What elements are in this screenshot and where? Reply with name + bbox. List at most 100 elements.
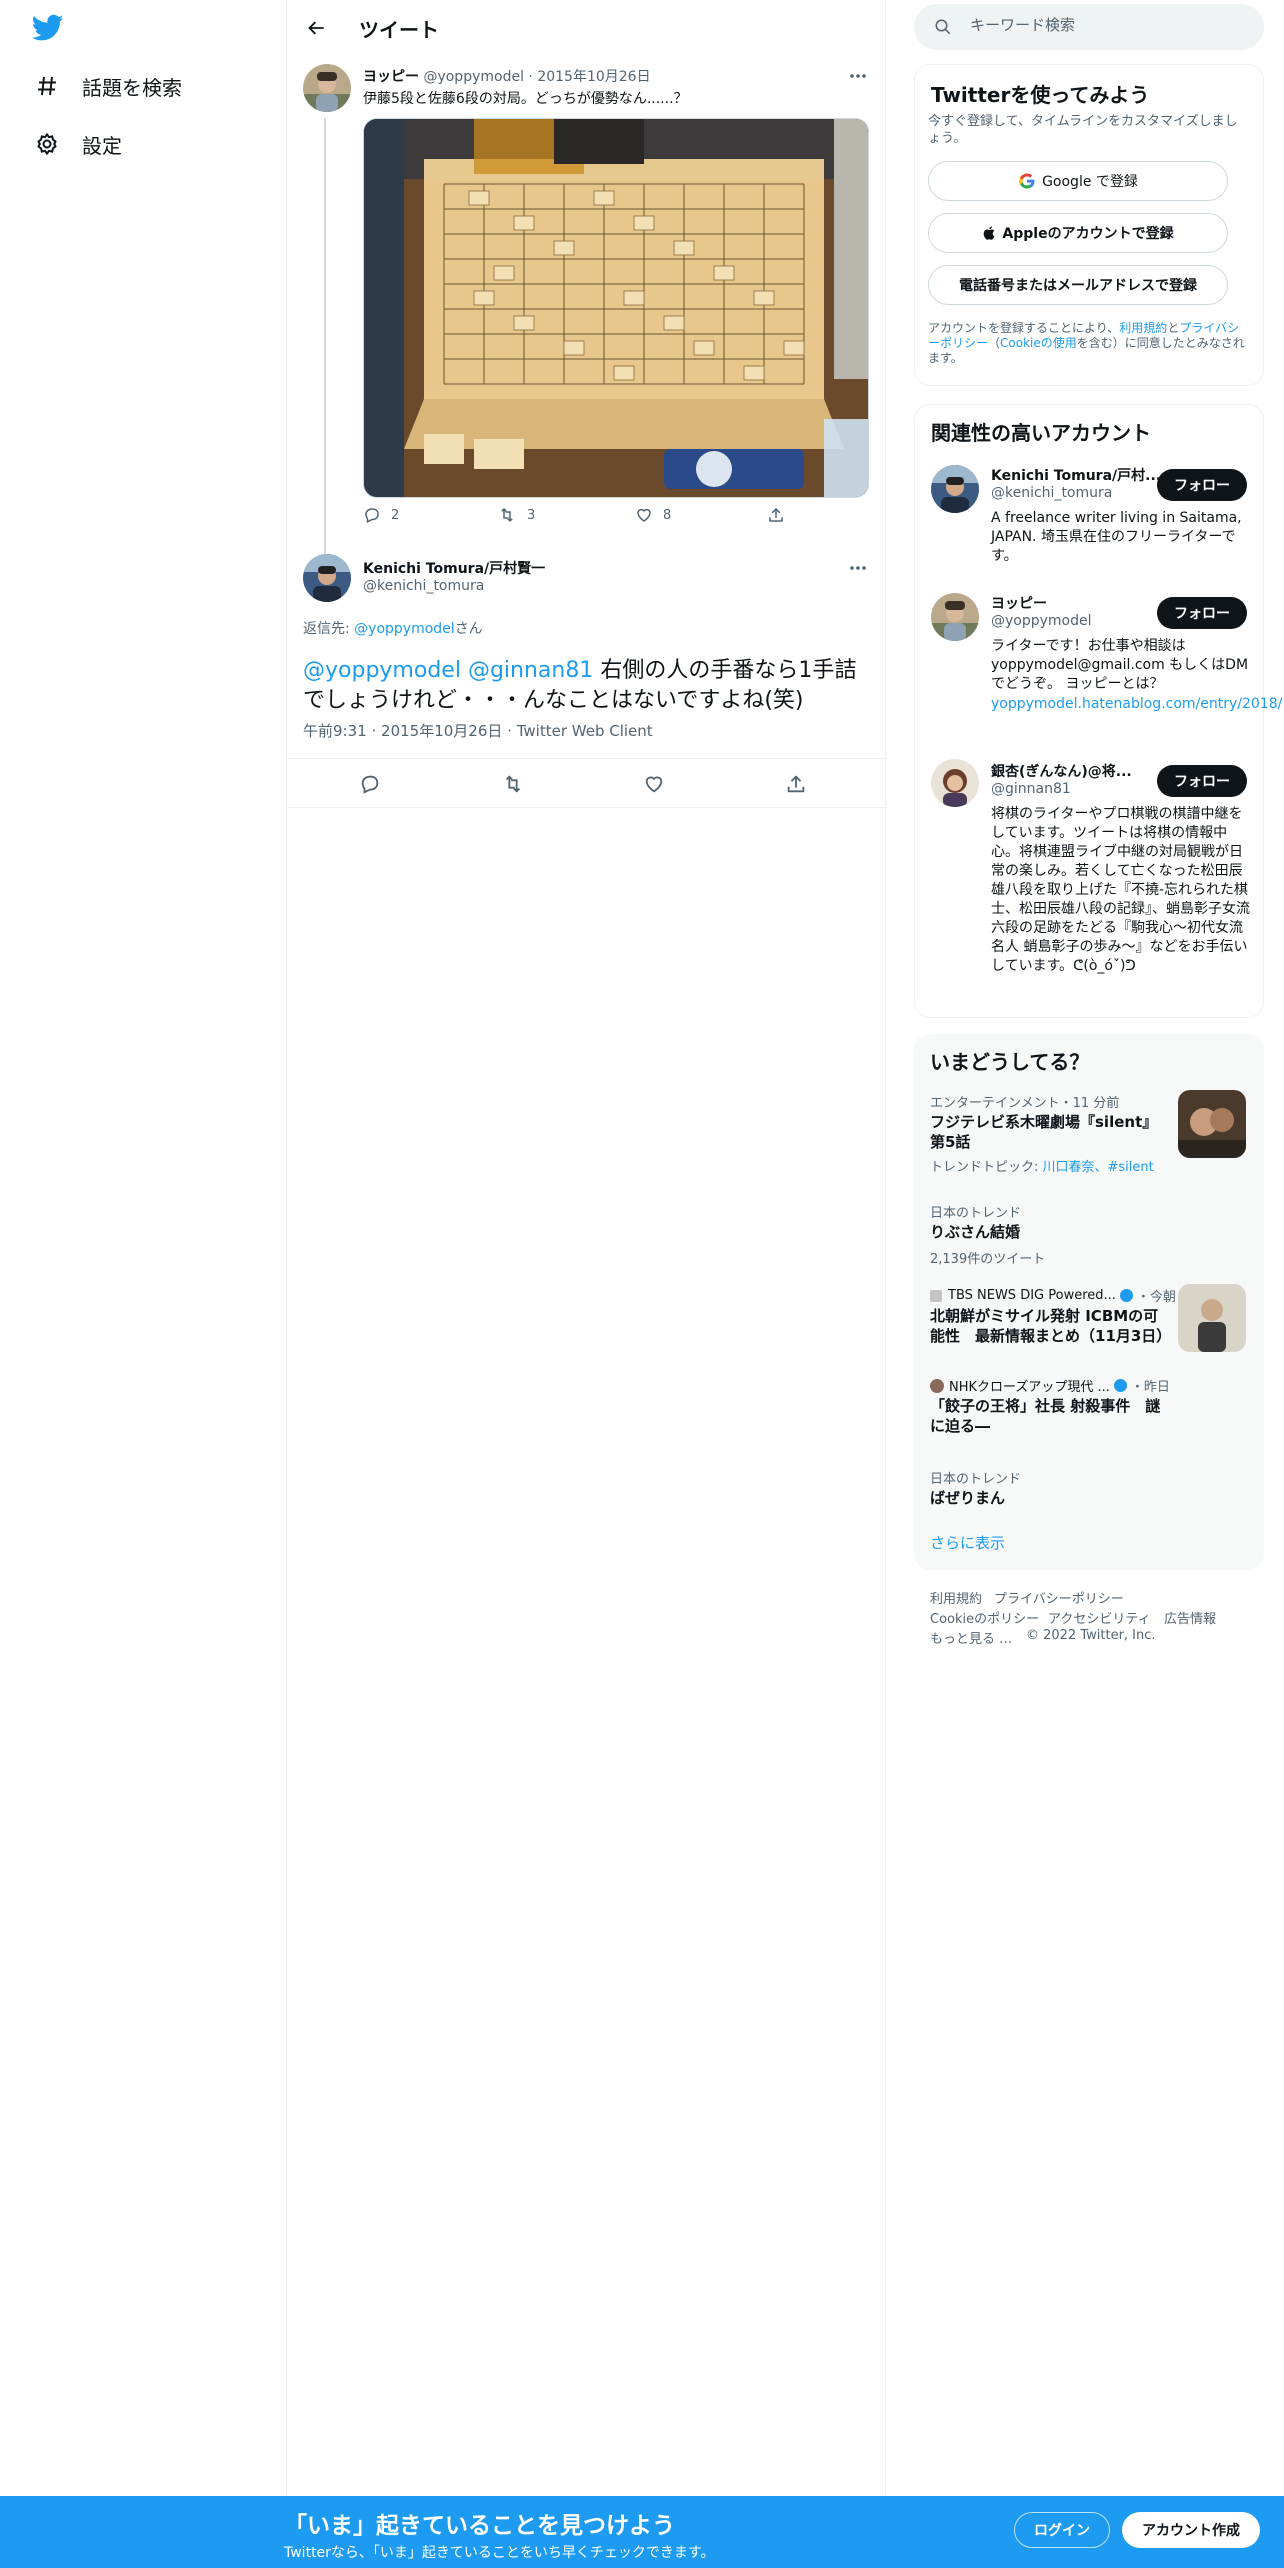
account-bio-link[interactable]: yoppymodel.hatenablog.com/entry/2018/11/…: [991, 695, 1284, 714]
author-name[interactable]: ヨッピー: [363, 69, 419, 85]
like-count: 8: [663, 507, 672, 523]
trend-thumbnail: [1178, 1090, 1246, 1158]
trend-item[interactable]: 日本のトレンド ばぜりまん: [914, 1466, 1264, 1516]
author-name[interactable]: Kenichi Tomura/戸村賢一: [363, 558, 545, 578]
left-nav: 話題を検索 設定: [0, 0, 286, 2568]
signup-title: Twitterを使ってみよう: [931, 83, 1150, 107]
verified-icon: [1119, 1289, 1133, 1302]
avatar[interactable]: [931, 465, 979, 513]
account-handle[interactable]: @ginnan81: [991, 781, 1071, 797]
mention-link[interactable]: @ginnan81: [468, 658, 593, 683]
search-icon: [935, 19, 951, 35]
apple-signup-button[interactable]: Appleのアカウントで登録: [928, 213, 1228, 253]
trend-item[interactable]: TBS NEWS DIG Powered... ・今朝 北朝鮮がミサイル発射 I…: [914, 1284, 1264, 1364]
more-icon: [850, 74, 866, 78]
reply-button[interactable]: 2: [363, 506, 399, 524]
cookie-link[interactable]: Cookieの使用: [1000, 336, 1077, 350]
twitter-logo-icon[interactable]: [31, 14, 66, 44]
tweet-date[interactable]: 2015年10月26日: [537, 69, 650, 85]
thread-line: [324, 118, 326, 554]
avatar[interactable]: [303, 64, 351, 112]
avatar[interactable]: [303, 554, 351, 602]
nav-settings-label: 設定: [82, 133, 122, 158]
search-bar[interactable]: [914, 4, 1264, 50]
reply-suffix: さん: [454, 621, 483, 637]
avatar[interactable]: [931, 593, 979, 641]
tweet-time[interactable]: 午前9:31: [303, 722, 367, 740]
terms-link[interactable]: 利用規約: [1119, 321, 1167, 335]
mention-link[interactable]: @yoppymodel: [303, 658, 461, 683]
hashtag-icon: [34, 73, 60, 99]
signup-terms: アカウントを登録することにより、利用規約とプライバシーポリシー（Cookieの使…: [928, 321, 1250, 366]
footer-terms-link[interactable]: 利用規約: [930, 1588, 982, 1607]
signup-subtitle: 今すぐ登録して、タイムラインをカスタマイズしましょう。: [928, 114, 1238, 146]
terms-text: アカウントを登録することにより、: [928, 321, 1120, 335]
more-icon: [850, 566, 866, 570]
bottom-signup-bar: 「いま」起きていることを見つけよう Twitterなら、「いま」起きていることを…: [0, 2496, 1284, 2568]
footer-accessibility-link[interactable]: アクセシビリティ: [1048, 1608, 1151, 1627]
share-icon: [769, 507, 783, 522]
trend-item[interactable]: NHKクローズアップ現代 ... ・昨日 「餃子の王将」社長 射殺事件 謎に迫る…: [914, 1374, 1264, 1454]
footer-cookie-link[interactable]: Cookieのポリシー: [930, 1608, 1039, 1627]
author-handle[interactable]: @kenichi_tomura: [363, 578, 484, 594]
reply-to-link[interactable]: @yoppymodel: [354, 621, 455, 637]
account-name[interactable]: 銀杏(ぎんなん)@将...: [991, 761, 1132, 781]
nav-settings[interactable]: 設定: [34, 124, 122, 164]
account-handle[interactable]: @yoppymodel: [991, 613, 1092, 629]
google-icon: [1019, 173, 1035, 189]
trend-item[interactable]: エンターテインメント・11 分前 フジテレビ系木曜劇場『silent』第5話 ト…: [914, 1090, 1264, 1190]
back-button[interactable]: [303, 14, 331, 42]
tweet-text: 伊藤5段と佐藤6段の対局。どっちが優勢なん......？: [363, 91, 688, 107]
follow-button[interactable]: フォロー: [1157, 597, 1247, 629]
footer-copyright: © 2022 Twitter, Inc.: [1026, 1628, 1156, 1643]
tweet-date[interactable]: 2015年10月26日: [381, 722, 502, 740]
create-account-button[interactable]: アカウント作成: [1122, 2512, 1260, 2548]
show-more-link[interactable]: さらに表示: [930, 1532, 1005, 1553]
trend-time: ・今朝: [1136, 1290, 1176, 1305]
trend-topics-links[interactable]: 川口春奈、#silent: [1043, 1160, 1154, 1175]
google-signup-button[interactable]: Google で登録: [928, 161, 1228, 201]
footer-privacy-link[interactable]: プライバシーポリシー: [994, 1588, 1124, 1607]
trends-card: いまどうしてる？ エンターテインメント・11 分前 フジテレビ系木曜劇場『sil…: [914, 1034, 1264, 1570]
account-name[interactable]: Kenichi Tomura/戸村...: [991, 465, 1161, 485]
account-handle[interactable]: @kenichi_tomura: [991, 485, 1112, 501]
retweet-icon: [501, 507, 513, 523]
footer-more-link[interactable]: もっと見る …: [930, 1628, 1012, 1647]
tweet-photo[interactable]: [363, 118, 869, 498]
phone-email-signup-label: 電話番号またはメールアドレスで登録: [959, 278, 1197, 294]
phone-email-signup-button[interactable]: 電話番号またはメールアドレスで登録: [928, 265, 1228, 305]
login-button[interactable]: ログイン: [1014, 2512, 1110, 2548]
trend-source: TBS NEWS DIG Powered...: [948, 1288, 1116, 1303]
search-input[interactable]: [970, 16, 1240, 34]
more-button[interactable]: [845, 558, 871, 578]
account-bio: 将棋のライターやプロ棋戦の棋譜中継をしています。ツイートは将棋の情報中心。将棋連…: [991, 806, 1250, 974]
avatar[interactable]: [931, 759, 979, 807]
account-name[interactable]: ヨッピー: [991, 593, 1047, 613]
follow-button[interactable]: フォロー: [1157, 765, 1247, 797]
trend-item[interactable]: 日本のトレンド りぶさん結婚 2,139件のツイート: [914, 1200, 1264, 1270]
trend-meta: エンターテインメント・11 分前: [930, 1096, 1120, 1111]
main-column: ツイート ヨッピー @yoppymodel · 2015年10月26日 伊藤5段…: [286, 0, 887, 2500]
retweet-button[interactable]: 3: [497, 506, 535, 524]
reply-context: 返信先: @yoppymodelさん: [303, 618, 483, 638]
share-button[interactable]: [785, 773, 817, 795]
share-button[interactable]: [767, 506, 795, 524]
heart-icon: [645, 776, 663, 793]
trend-title: ばぜりまん: [930, 1489, 1006, 1507]
tweet-client: Twitter Web Client: [516, 722, 653, 740]
related-accounts-card: 関連性の高いアカウント Kenichi Tomura/戸村... @kenich…: [914, 404, 1284, 1018]
gear-icon: [34, 131, 60, 157]
more-button[interactable]: [845, 66, 871, 86]
bottom-bar-subtitle: Twitterなら、「いま」起きていることをいち早くチェックできます。: [284, 2545, 715, 2561]
trend-title: 北朝鮮がミサイル発射 ICBMの可能性 最新情報まとめ（11月3日）: [930, 1307, 1172, 1345]
like-button[interactable]: 8: [635, 506, 671, 524]
reply-button[interactable]: [359, 773, 391, 795]
like-button[interactable]: [643, 773, 675, 795]
nav-explore[interactable]: 話題を検索: [34, 66, 182, 106]
heart-icon: [637, 508, 651, 522]
retweet-button[interactable]: [501, 773, 535, 795]
author-handle[interactable]: @yoppymodel: [423, 69, 524, 85]
follow-button[interactable]: フォロー: [1157, 469, 1247, 501]
reply-count: 2: [391, 507, 400, 523]
footer-ads-link[interactable]: 広告情報: [1164, 1608, 1216, 1627]
